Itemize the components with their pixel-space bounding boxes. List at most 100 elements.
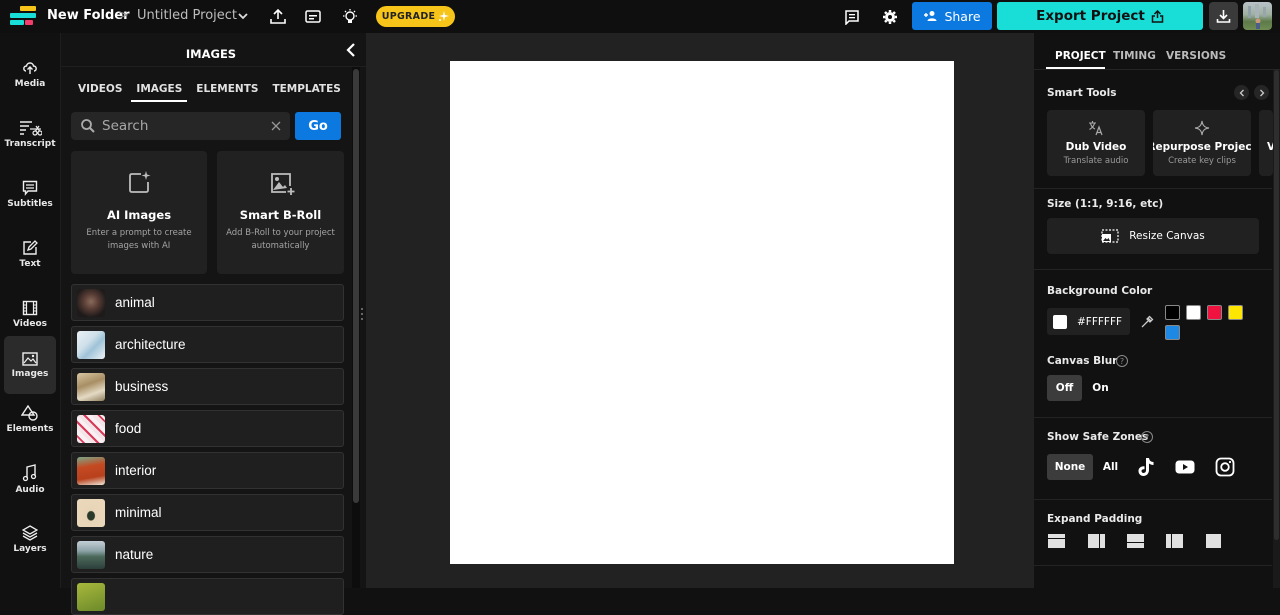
partial-tool[interactable]: V <box>1259 110 1273 176</box>
rail-item-layers[interactable]: Layers <box>4 510 56 568</box>
canvas-stage <box>366 33 1034 588</box>
properties-scrollbar[interactable] <box>1273 70 1280 588</box>
search-icon <box>81 119 95 133</box>
sparkle-icon <box>439 11 450 21</box>
properties-tabs: PROJECT TIMING VERSIONS <box>1034 33 1280 70</box>
eyedropper-icon[interactable] <box>1140 315 1154 329</box>
collapse-panel-button[interactable] <box>343 41 359 59</box>
swatch-blue[interactable] <box>1165 325 1180 340</box>
rail-label: Subtitles <box>7 198 53 209</box>
resize-canvas-icon <box>1101 229 1119 243</box>
comment-icon[interactable] <box>842 7 862 27</box>
go-button[interactable]: Go <box>295 112 341 140</box>
youtube-icon[interactable] <box>1175 460 1195 474</box>
ai-images-card[interactable]: AI Images Enter a prompt to create image… <box>71 151 207 274</box>
export-project-button[interactable]: Export Project <box>997 2 1203 30</box>
rail-item-media[interactable]: Media <box>4 45 56 103</box>
smart-tools-next-button[interactable] <box>1254 85 1269 100</box>
category-item[interactable]: food <box>71 410 344 447</box>
avatar[interactable] <box>1243 2 1272 30</box>
dub-video-tool[interactable]: Dub Video Translate audio <box>1047 110 1145 176</box>
library-scrollbar[interactable] <box>352 67 360 588</box>
ai-image-sparkle-icon <box>129 171 151 193</box>
swatch-yellow[interactable] <box>1228 305 1243 320</box>
text-edit-icon <box>23 239 38 255</box>
category-item[interactable]: nature <box>71 536 344 573</box>
tab-project[interactable]: PROJECT <box>1055 50 1106 62</box>
safe-zone-none-option[interactable]: None <box>1047 454 1093 480</box>
logo-icon[interactable] <box>10 6 38 26</box>
left-rail: Media Transcript Subtitles Text Videos I… <box>0 33 60 588</box>
download-icon <box>1216 9 1231 23</box>
panel-resize-handle[interactable] <box>360 308 364 320</box>
tiktok-icon[interactable] <box>1137 457 1155 477</box>
blur-off-option[interactable]: Off <box>1047 375 1082 401</box>
rail-item-subtitles[interactable]: Subtitles <box>4 165 56 223</box>
search-input[interactable] <box>102 118 252 134</box>
scrollbar-thumb[interactable] <box>1274 70 1279 540</box>
library-panel: IMAGES VIDEOS IMAGES ELEMENTS TEMPLATES … <box>60 33 367 615</box>
hex-value[interactable]: #FFFFFF <box>1077 316 1122 328</box>
pad-horizontal-icon[interactable] <box>1166 534 1183 548</box>
swatch-white[interactable] <box>1186 305 1201 320</box>
background-color-input[interactable]: #FFFFFF <box>1047 308 1130 335</box>
blur-on-option[interactable]: On <box>1086 375 1115 401</box>
tool-title: Repurpose Project <box>1153 141 1251 153</box>
pad-vertical-icon[interactable] <box>1127 534 1144 548</box>
smart-tools-title: Smart Tools <box>1047 87 1117 99</box>
rail-item-images[interactable]: Images <box>4 336 56 394</box>
tool-title: Dub Video <box>1065 141 1127 153</box>
chevron-right-icon <box>1259 89 1264 96</box>
rail-item-videos[interactable]: Videos <box>4 285 56 343</box>
clear-search-icon[interactable] <box>271 121 281 131</box>
lightbulb-icon[interactable] <box>340 7 360 27</box>
instagram-icon[interactable] <box>1215 457 1235 477</box>
project-title[interactable]: Untitled Project <box>137 8 237 23</box>
smart-tools-prev-button[interactable] <box>1234 85 1249 100</box>
gear-icon[interactable] <box>880 7 900 27</box>
divider <box>1034 269 1272 270</box>
swatch-black[interactable] <box>1165 305 1180 320</box>
pad-right-icon[interactable] <box>1088 534 1105 548</box>
safe-zone-all-option[interactable]: All <box>1098 454 1123 480</box>
category-item[interactable]: interior <box>71 452 344 489</box>
category-item-partial[interactable] <box>71 578 344 615</box>
pad-all-icon[interactable] <box>1206 534 1221 548</box>
upgrade-button[interactable]: UPGRADE <box>376 6 455 27</box>
help-icon[interactable]: ? <box>1116 355 1128 367</box>
category-item[interactable]: business <box>71 368 344 405</box>
tab-videos[interactable]: VIDEOS <box>71 83 129 99</box>
tab-versions[interactable]: VERSIONS <box>1166 50 1226 62</box>
scrollbar-thumb[interactable] <box>353 69 359 503</box>
rail-item-audio[interactable]: Audio <box>4 450 56 508</box>
chevron-down-icon[interactable] <box>236 9 250 23</box>
tab-timing[interactable]: TIMING <box>1113 50 1156 62</box>
divider <box>1034 417 1272 418</box>
subtitles-icon[interactable] <box>303 7 323 27</box>
rail-label: Text <box>19 258 41 269</box>
project-canvas[interactable] <box>450 61 954 564</box>
tab-elements[interactable]: ELEMENTS <box>189 83 265 99</box>
rail-label: Transcript <box>4 138 56 149</box>
rail-item-text[interactable]: Text <box>4 225 56 283</box>
share-button[interactable]: Share <box>912 2 992 30</box>
music-note-icon <box>22 463 37 481</box>
help-icon[interactable]: ? <box>1141 431 1153 443</box>
category-item[interactable]: architecture <box>71 326 344 363</box>
swatch-red[interactable] <box>1207 305 1222 320</box>
resize-canvas-button[interactable]: Resize Canvas <box>1047 218 1259 254</box>
smart-broll-card[interactable]: Smart B-Roll Add B-Roll to your project … <box>217 151 344 274</box>
tab-images[interactable]: IMAGES <box>129 83 189 102</box>
category-item[interactable]: animal <box>71 284 344 321</box>
top-bar: New Folder > Untitled Project UPGRADE Sh… <box>0 0 1280 33</box>
tab-templates[interactable]: TEMPLATES <box>265 83 347 99</box>
rail-item-elements[interactable]: Elements <box>4 390 56 448</box>
repurpose-project-tool[interactable]: Repurpose Project Create key clips <box>1153 110 1251 176</box>
tool-desc: Create key clips <box>1168 156 1236 166</box>
upload-icon[interactable] <box>268 7 288 27</box>
pad-top-icon[interactable] <box>1048 534 1065 548</box>
category-item[interactable]: minimal <box>71 494 344 531</box>
rail-label: Media <box>14 78 46 89</box>
rail-item-transcript[interactable]: Transcript <box>4 105 56 163</box>
download-button[interactable] <box>1209 2 1238 30</box>
